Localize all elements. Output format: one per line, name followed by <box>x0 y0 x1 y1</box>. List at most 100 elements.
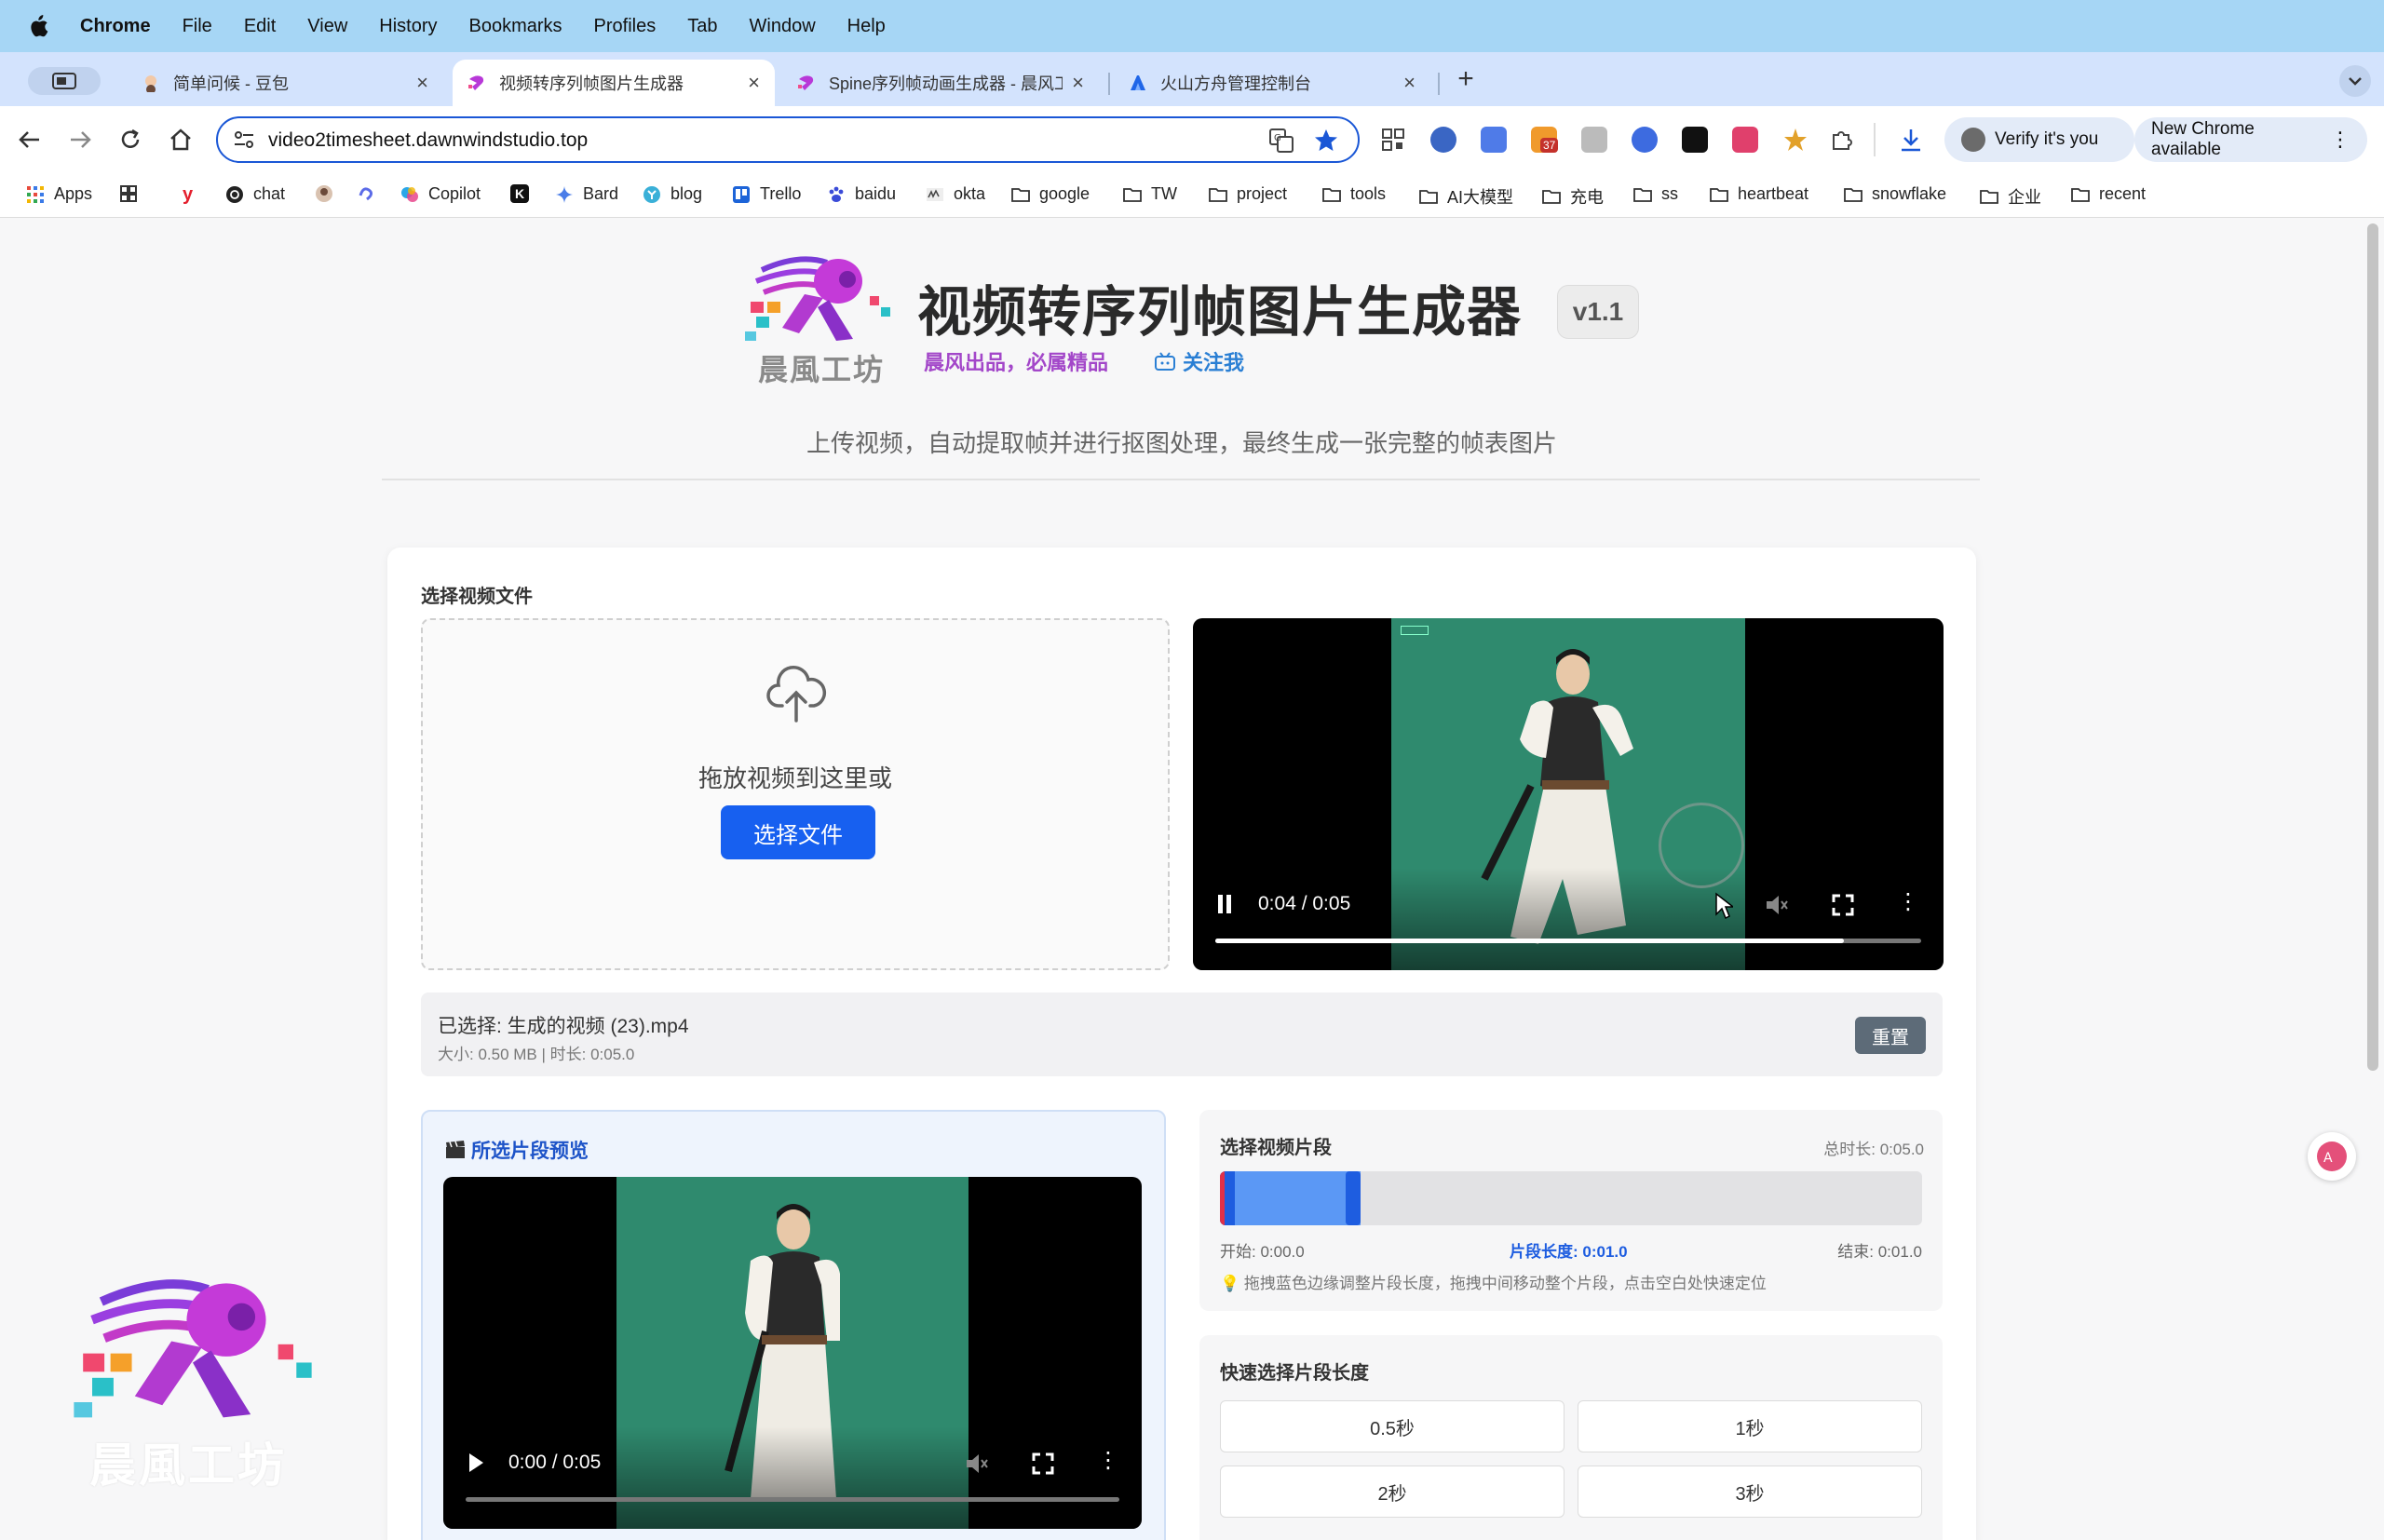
site-settings-icon[interactable] <box>233 129 255 150</box>
menu-tab[interactable]: Tab <box>687 16 717 37</box>
fullscreen-icon[interactable] <box>1032 1452 1054 1475</box>
bookmark-swirl[interactable] <box>358 184 386 203</box>
openai-icon <box>226 185 243 203</box>
blue-circle-extension-icon[interactable] <box>1632 127 1658 153</box>
tab-spine[interactable]: Spine序列帧动画生成器 - 晨风工坊 × <box>782 60 1099 106</box>
reload-icon[interactable] <box>117 127 143 153</box>
back-arrow-icon[interactable] <box>17 127 43 153</box>
url-text: video2timesheet.dawnwindstudio.top <box>268 129 589 151</box>
calendar-extension-icon[interactable]: 37 <box>1531 127 1559 153</box>
bookmark-blog[interactable]: blog <box>643 184 702 204</box>
menu-edit[interactable]: Edit <box>244 16 276 37</box>
tab-search-button[interactable] <box>28 67 101 95</box>
tab-list-button[interactable] <box>2339 65 2371 97</box>
menu-file[interactable]: File <box>183 16 212 37</box>
video-progress-track[interactable] <box>466 1497 1119 1502</box>
bookmark-y[interactable]: y <box>183 184 210 205</box>
close-icon[interactable]: × <box>748 71 760 95</box>
bookmark-folder-google[interactable]: google <box>1011 184 1090 204</box>
address-bar[interactable]: video2timesheet.dawnwindstudio.top G <box>216 116 1360 163</box>
bookmarks-bar: Apps y chat Copilot K Bard blog Trello b… <box>0 173 2384 218</box>
edge-like-extension-icon[interactable] <box>1430 127 1456 153</box>
tab-volcano[interactable]: 火山方舟管理控制台 × <box>1114 60 1430 106</box>
quick-option-button[interactable]: 2秒 <box>1220 1466 1564 1518</box>
bookmark-label: AI大模型 <box>1447 188 1514 207</box>
quick-option-button[interactable]: 3秒 <box>1578 1466 1922 1518</box>
star-extension-icon[interactable] <box>1782 127 1808 153</box>
bookmark-folder-tw[interactable]: TW <box>1123 184 1177 204</box>
follow-me-link[interactable]: 关注我 <box>1155 346 1244 376</box>
bookmark-bard[interactable]: Bard <box>555 184 618 204</box>
new-tab-plus-icon[interactable]: + <box>1449 63 1483 97</box>
verify-profile-button[interactable]: Verify it's you <box>1944 117 2134 162</box>
bookmark-folder-enterprise[interactable]: 企业 <box>1980 184 2041 209</box>
tab-video2timesheet[interactable]: 视频转序列帧图片生成器 × <box>453 60 775 106</box>
close-icon[interactable]: × <box>416 71 428 95</box>
menu-window[interactable]: Window <box>750 16 816 37</box>
apple-icon[interactable] <box>28 15 48 37</box>
translate-extension-icon[interactable] <box>1732 127 1758 153</box>
play-icon[interactable] <box>467 1452 484 1473</box>
segment-selection[interactable] <box>1220 1171 1361 1225</box>
bookmark-k[interactable]: K <box>510 184 538 203</box>
floating-translate-button[interactable]: A <box>2308 1132 2356 1181</box>
preview-video-player[interactable]: 0:00 / 0:05 ⋮ <box>443 1177 1142 1529</box>
tab-doubao[interactable]: 简单问候 - 豆包 × <box>127 60 443 106</box>
volume-muted-icon[interactable] <box>1765 894 1789 916</box>
segment-timeline[interactable] <box>1220 1171 1922 1225</box>
bookmark-okta[interactable]: okta <box>926 184 985 204</box>
bookmark-folder-heartbeat[interactable]: heartbeat <box>1710 184 1808 204</box>
folder-icon <box>1633 187 1652 202</box>
bookmark-folder-tools[interactable]: tools <box>1322 184 1386 204</box>
menu-profiles[interactable]: Profiles <box>594 16 657 37</box>
bookmark-folder-charge[interactable]: 充电 <box>1542 184 1604 209</box>
segment-start-handle[interactable] <box>1220 1171 1235 1225</box>
bookmark-folder-ai[interactable]: AI大模型 <box>1419 184 1513 209</box>
video-time: 0:00 / 0:05 <box>508 1452 602 1473</box>
new-chrome-available-button[interactable]: New Chrome available ⋮ <box>2134 117 2367 162</box>
menu-app-name[interactable]: Chrome <box>80 16 151 37</box>
bookmark-folder-ss[interactable]: ss <box>1633 184 1678 204</box>
more-vertical-icon[interactable]: ⋮ <box>1897 888 1919 915</box>
bookmark-trello[interactable]: Trello <box>732 184 801 204</box>
bookmark-copilot[interactable]: Copilot <box>400 184 481 204</box>
grid-extension-icon[interactable] <box>1481 127 1507 153</box>
bookmark-folder-recent[interactable]: recent <box>2071 184 2146 204</box>
qr-extension-icon[interactable] <box>1380 127 1406 153</box>
bookmark-apps[interactable]: Apps <box>26 184 92 204</box>
main-video-player[interactable]: 0:04 / 0:05 ⋮ <box>1193 618 1944 970</box>
black-square-extension-icon[interactable] <box>1682 127 1708 153</box>
segment-end-handle[interactable] <box>1346 1171 1361 1225</box>
quick-option-button[interactable]: 1秒 <box>1578 1400 1922 1452</box>
puzzle-extensions-icon[interactable] <box>1829 127 1855 153</box>
download-icon[interactable] <box>1898 127 1924 153</box>
bookmark-avatar[interactable] <box>315 184 343 203</box>
close-icon[interactable]: × <box>1403 71 1416 95</box>
volume-muted-icon[interactable] <box>965 1452 989 1475</box>
bookmark-folder-snowflake[interactable]: snowflake <box>1844 184 1946 204</box>
menu-history[interactable]: History <box>379 16 437 37</box>
bookmark-label: Bard <box>583 184 619 203</box>
quick-option-button[interactable]: 0.5秒 <box>1220 1400 1564 1452</box>
pause-icon[interactable] <box>1217 894 1232 914</box>
close-icon[interactable]: × <box>1072 71 1084 95</box>
fullscreen-icon[interactable] <box>1832 894 1854 916</box>
reset-button[interactable]: 重置 <box>1855 1017 1926 1054</box>
bookmark-star-icon[interactable] <box>1313 128 1339 154</box>
more-vertical-icon[interactable]: ⋮ <box>1097 1447 1119 1474</box>
bookmark-baidu[interactable]: baidu <box>827 184 896 204</box>
forward-arrow-icon[interactable] <box>67 127 93 153</box>
camera-extension-icon[interactable] <box>1581 127 1607 153</box>
menu-bookmarks[interactable]: Bookmarks <box>469 16 562 37</box>
choose-file-button[interactable]: 选择文件 <box>721 805 875 859</box>
page-scrollbar[interactable] <box>2367 223 2378 1071</box>
bookmark-tab-groups[interactable] <box>119 184 147 203</box>
menu-view[interactable]: View <box>307 16 347 37</box>
more-vertical-icon[interactable]: ⋮ <box>2330 128 2350 152</box>
bookmark-chat[interactable]: chat <box>225 184 285 204</box>
video-drop-zone[interactable]: 拖放视频到这里或 选择文件 <box>421 618 1170 970</box>
bookmark-folder-project[interactable]: project <box>1209 184 1287 204</box>
home-icon[interactable] <box>168 127 194 153</box>
menu-help[interactable]: Help <box>847 16 886 37</box>
translate-icon[interactable]: G <box>1268 128 1294 154</box>
